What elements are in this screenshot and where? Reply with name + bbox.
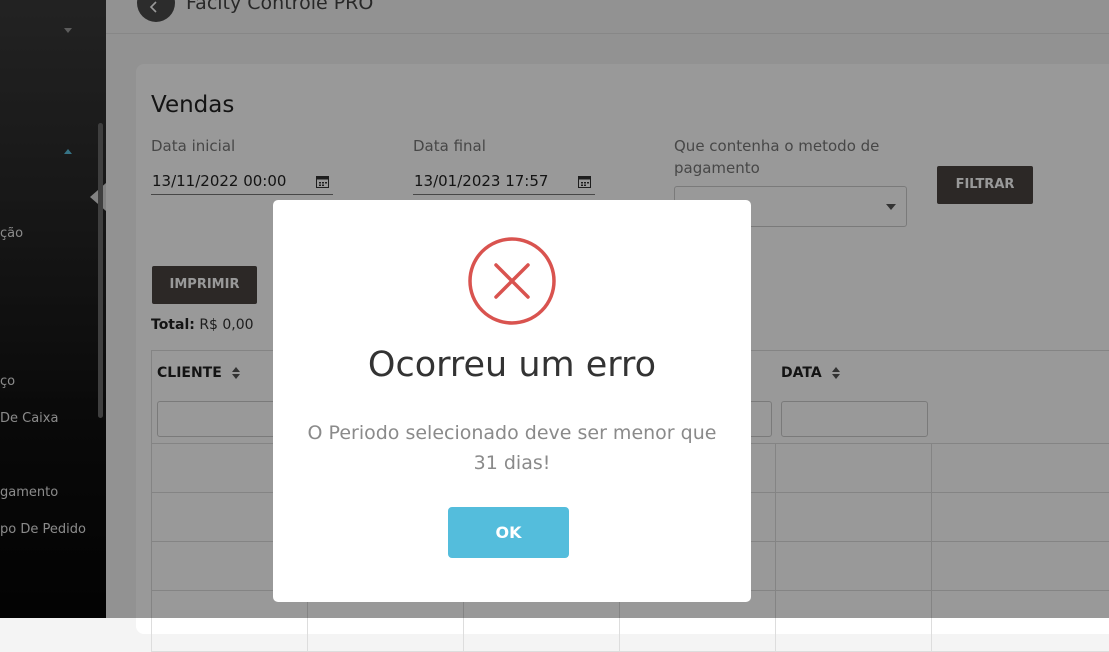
error-x-icon <box>468 237 556 325</box>
dialog-message: O Periodo selecionado deve ser menor que… <box>307 422 717 474</box>
dialog-title: Ocorreu um erro <box>367 345 657 385</box>
ok-button[interactable]: OK <box>448 507 569 558</box>
error-dialog: Ocorreu um erro O Periodo selecionado de… <box>273 200 751 602</box>
